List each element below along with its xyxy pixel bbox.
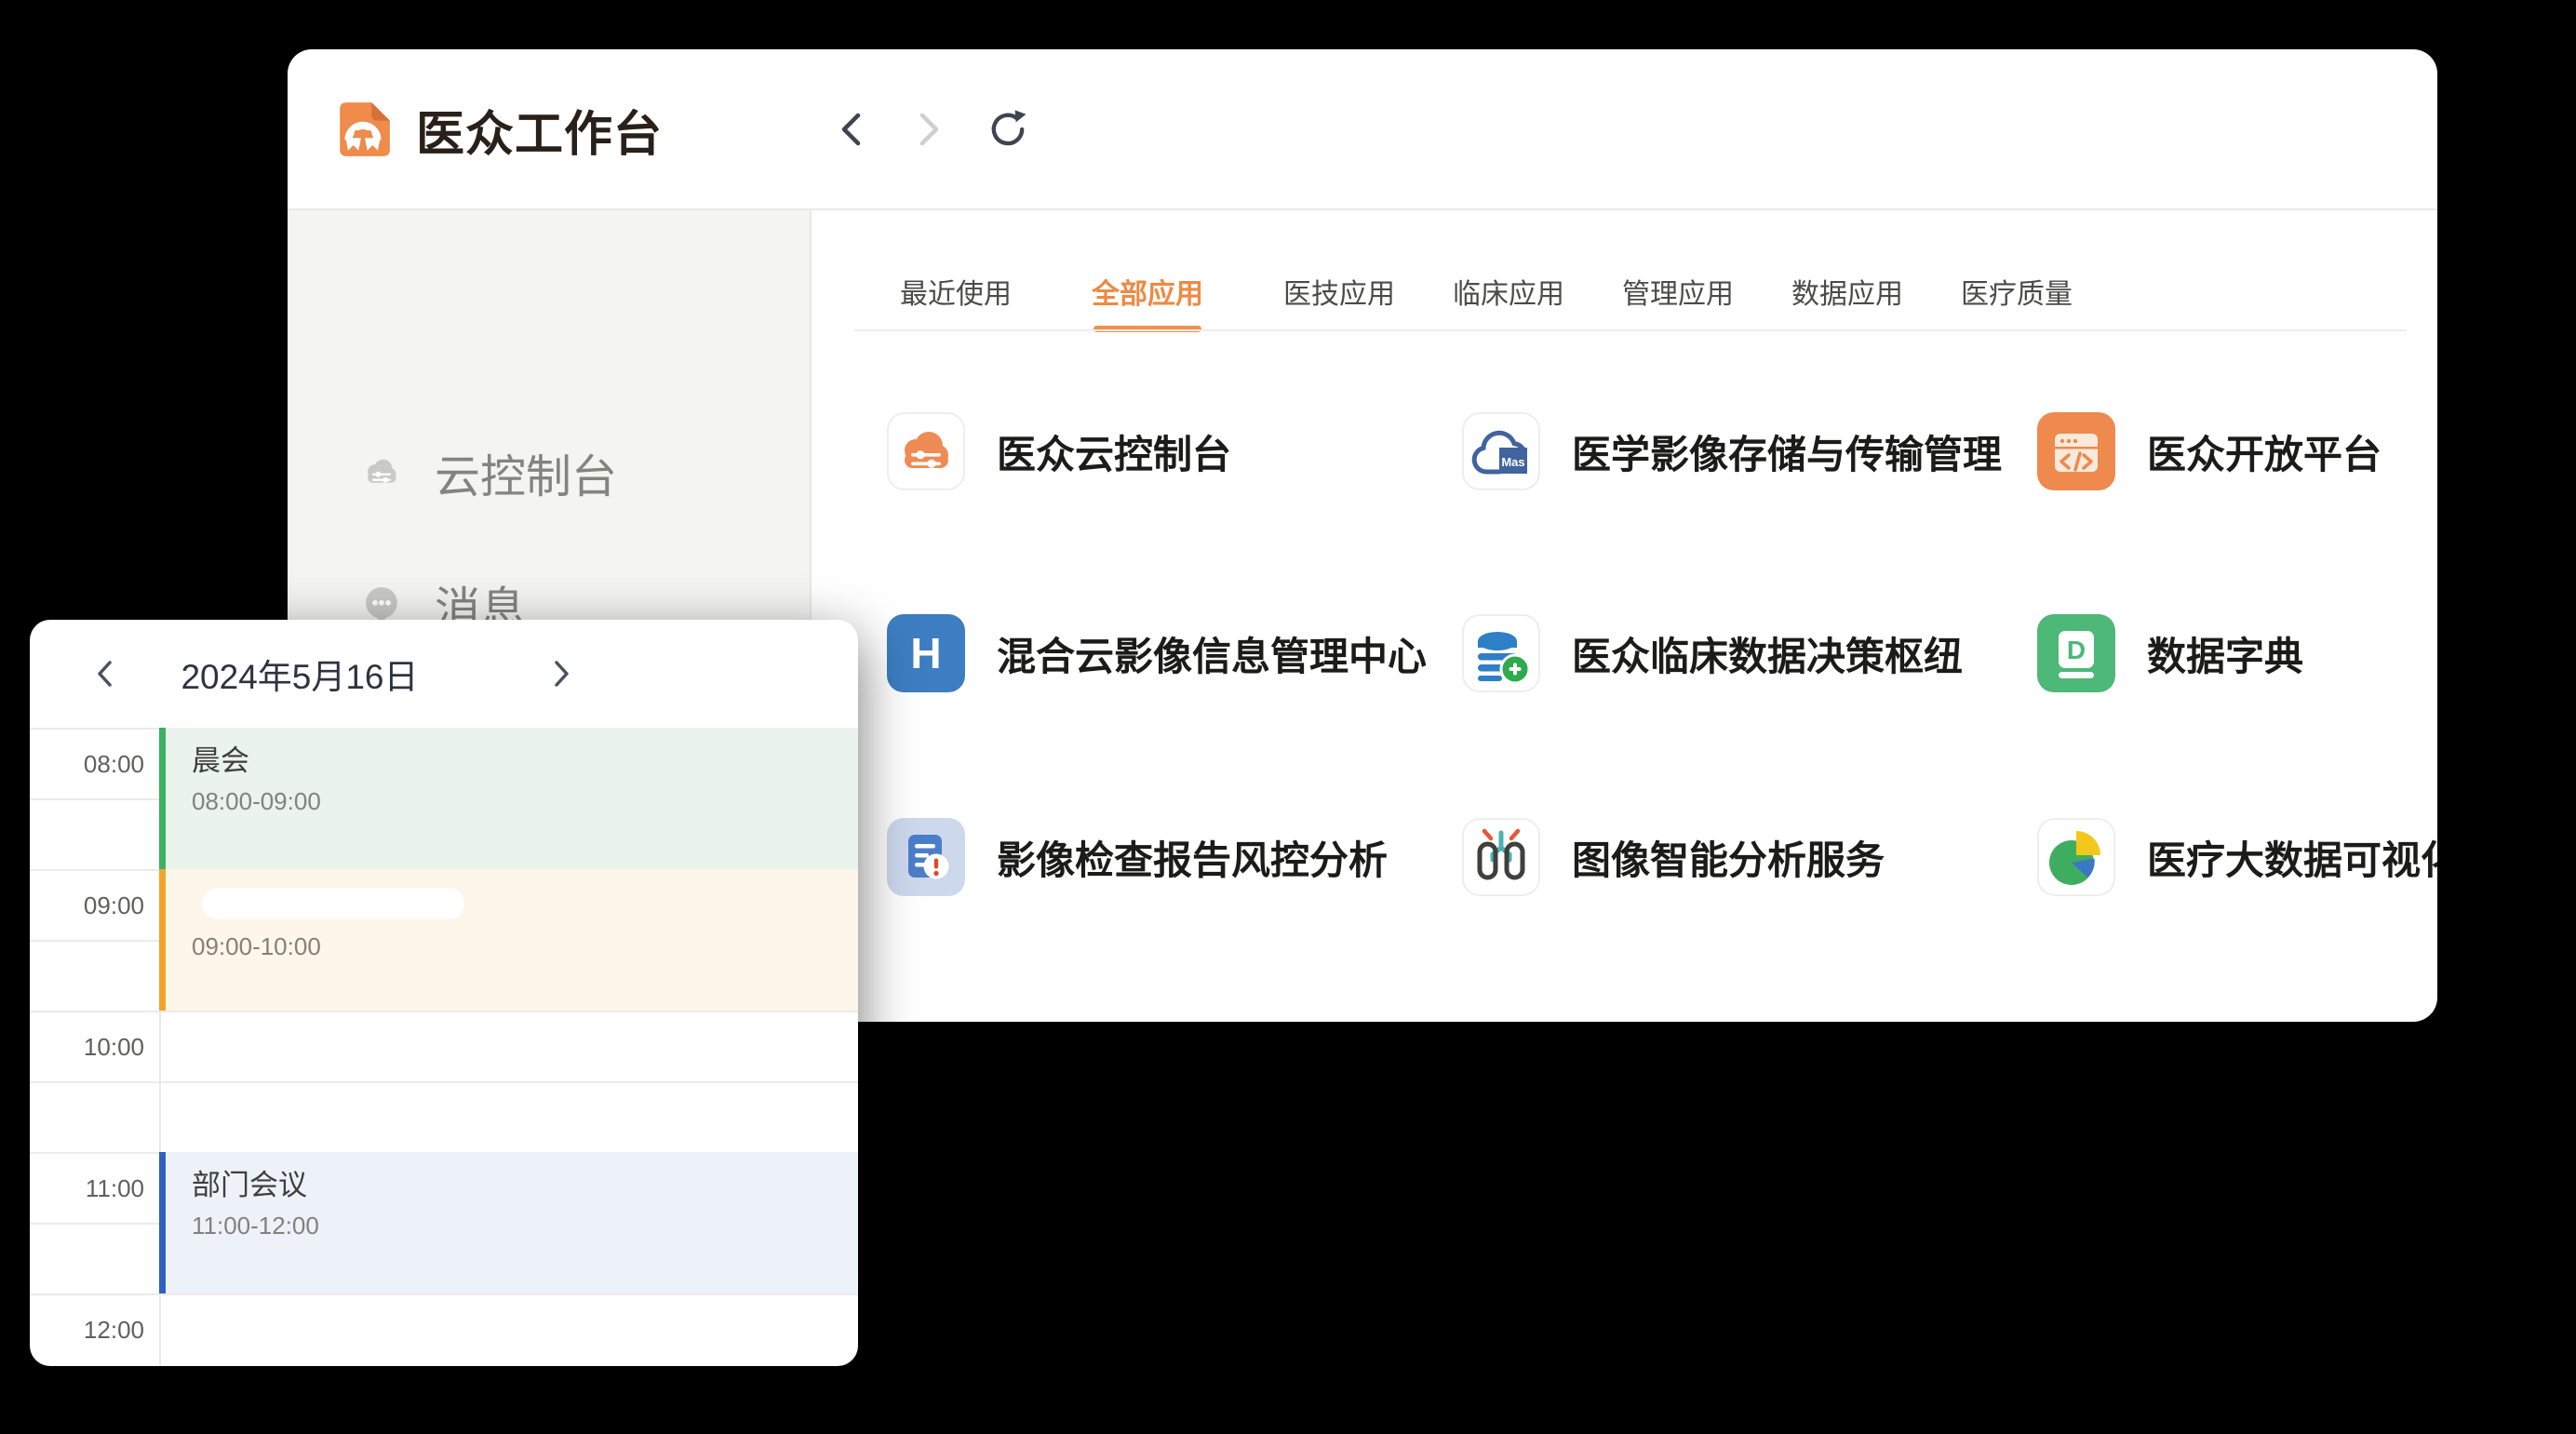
calendar-panel: 2024年5月16日 08:00 09:00 10:00 11:00 12:00… bbox=[30, 620, 858, 1366]
time-label: 08:00 bbox=[30, 750, 144, 778]
tab-data-apps[interactable]: 数据应用 bbox=[1791, 271, 1903, 312]
svg-text:Mas: Mas bbox=[1501, 455, 1524, 469]
tab-clinical-apps[interactable]: 临床应用 bbox=[1453, 271, 1564, 312]
app-item-label: 图像智能分析服务 bbox=[1572, 829, 1885, 886]
sidebar-item-cloud-console[interactable]: 云控制台 bbox=[288, 439, 810, 506]
app-item-report-risk-analysis[interactable]: 影像检查报告风控分析 bbox=[887, 818, 1445, 896]
app-item-label: 数据字典 bbox=[2147, 625, 2303, 682]
calendar-date: 2024年5月16日 bbox=[141, 620, 458, 728]
dictionary-book-icon: D bbox=[2037, 614, 2115, 692]
app-item-image-ai-analysis[interactable]: 图像智能分析服务 bbox=[1462, 818, 2020, 896]
sidebar-item-label: 云控制台 bbox=[435, 440, 617, 506]
redacted-event-title bbox=[202, 888, 464, 919]
svg-text:D: D bbox=[2067, 636, 2086, 664]
refresh-icon[interactable] bbox=[984, 105, 1032, 154]
event-time: 11:00-12:00 bbox=[192, 1212, 858, 1240]
app-item-label: 影像检查报告风控分析 bbox=[997, 829, 1388, 886]
cloud-sliders-icon bbox=[358, 449, 405, 496]
cloud-sliders-icon bbox=[887, 412, 965, 490]
time-label: 11:00 bbox=[30, 1174, 144, 1202]
calendar-next-day-icon[interactable] bbox=[542, 655, 579, 692]
app-logo-icon bbox=[333, 100, 393, 159]
report-risk-icon bbox=[887, 818, 965, 896]
calendar-event-morning-meeting[interactable]: 晨会 08:00-09:00 bbox=[159, 728, 858, 869]
app-item-hybrid-cloud-center[interactable]: H 混合云影像信息管理中心 bbox=[887, 614, 1445, 692]
app-item-cloud-console[interactable]: 医众云控制台 bbox=[887, 412, 1445, 490]
time-label: 12:00 bbox=[30, 1316, 144, 1344]
lungs-icon bbox=[1462, 818, 1540, 896]
code-window-icon bbox=[2037, 412, 2115, 490]
app-item-big-data-visualization[interactable]: 医疗大数据可视化 bbox=[2037, 818, 2437, 896]
calendar-event-department-meeting[interactable]: 部门会议 11:00-12:00 bbox=[159, 1152, 858, 1293]
event-title: 部门会议 bbox=[192, 1169, 858, 1202]
calendar-gridline bbox=[30, 1011, 858, 1012]
time-label: 10:00 bbox=[30, 1033, 144, 1061]
cloud-mas-icon: Mas bbox=[1462, 412, 1540, 490]
svg-text:H: H bbox=[910, 629, 941, 677]
tab-quality[interactable]: 医疗质量 bbox=[1961, 271, 2073, 312]
app-item-clinical-data-hub[interactable]: 医众临床数据决策枢纽 bbox=[1462, 614, 2020, 692]
page-title: 医众工作台 bbox=[416, 49, 663, 210]
calendar-gridline bbox=[30, 1081, 858, 1083]
pie-chart-icon bbox=[2037, 818, 2115, 896]
app-item-open-platform[interactable]: 医众开放平台 bbox=[2037, 412, 2437, 490]
tab-management-apps[interactable]: 管理应用 bbox=[1622, 271, 1734, 312]
database-plus-icon bbox=[1462, 614, 1540, 692]
app-item-label: 医众云控制台 bbox=[997, 423, 1231, 480]
time-label: 09:00 bbox=[30, 891, 144, 919]
tab-medtech-apps[interactable]: 医技应用 bbox=[1283, 271, 1395, 312]
back-arrow-icon[interactable] bbox=[830, 107, 875, 152]
app-category-tabs: 最近使用 全部应用 医技应用 临床应用 管理应用 数据应用 医疗质量 bbox=[900, 271, 2130, 312]
event-title: 晨会 bbox=[192, 744, 858, 778]
app-item-label: 医众开放平台 bbox=[2147, 423, 2381, 480]
forward-arrow-icon[interactable] bbox=[906, 107, 950, 152]
tab-recent[interactable]: 最近使用 bbox=[900, 271, 1012, 312]
app-item-label: 医疗大数据可视化 bbox=[2147, 829, 2437, 886]
app-item-label: 混合云影像信息管理中心 bbox=[997, 625, 1427, 682]
app-item-label: 医学影像存储与传输管理 bbox=[1572, 423, 2002, 480]
calendar-prev-day-icon[interactable] bbox=[87, 655, 125, 692]
event-time: 08:00-09:00 bbox=[192, 787, 858, 816]
tabs-divider bbox=[854, 329, 2407, 331]
app-item-image-storage[interactable]: Mas 医学影像存储与传输管理 bbox=[1462, 412, 2020, 490]
h-square-icon: H bbox=[887, 614, 965, 692]
tab-all-apps[interactable]: 全部应用 bbox=[1092, 271, 1203, 312]
app-item-label: 医众临床数据决策枢纽 bbox=[1572, 625, 1963, 682]
calendar-event-redacted[interactable]: 09:00-10:00 bbox=[159, 869, 858, 1011]
calendar-gridline bbox=[30, 1293, 858, 1295]
event-time: 09:00-10:00 bbox=[192, 932, 858, 961]
app-item-data-dictionary[interactable]: D 数据字典 bbox=[2037, 614, 2437, 692]
